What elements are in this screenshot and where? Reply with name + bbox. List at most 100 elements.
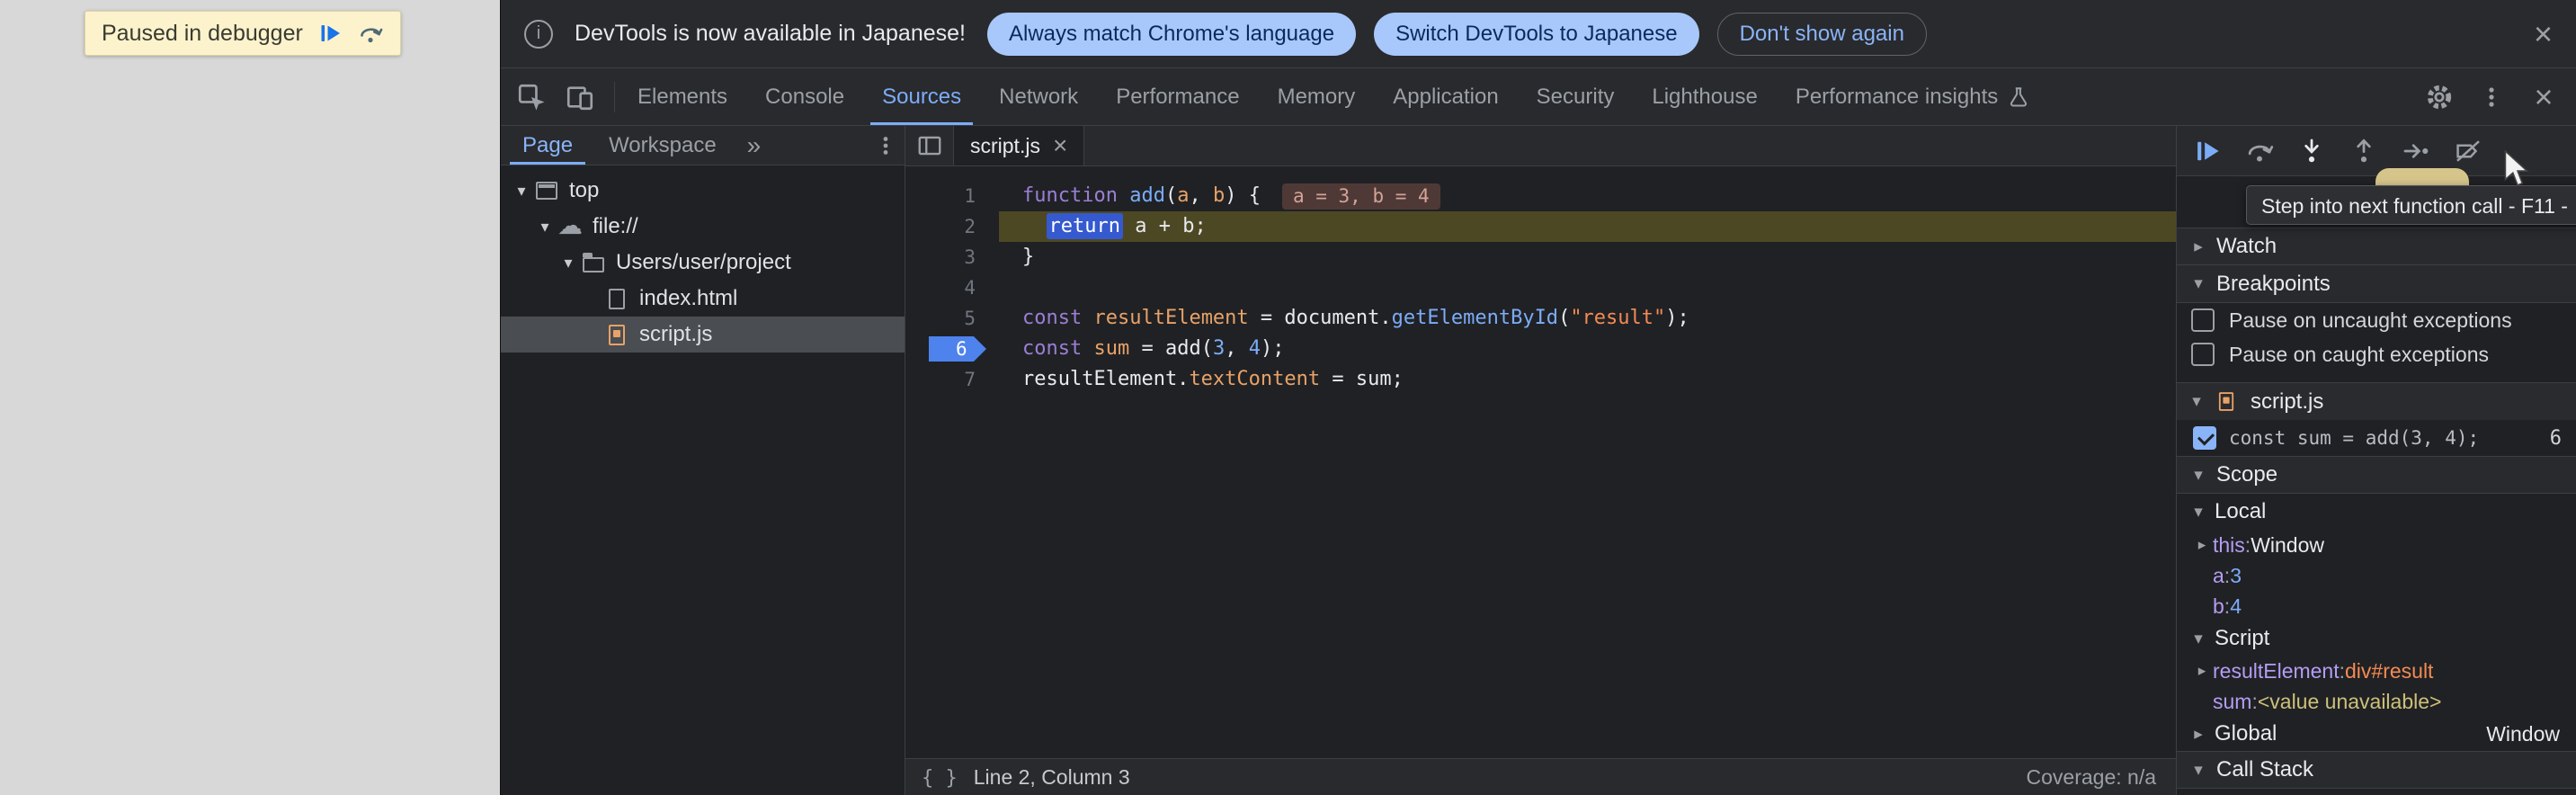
navigator-toggle-icon[interactable]	[905, 126, 954, 165]
device-toolbar-icon[interactable]	[560, 77, 600, 117]
pause-caught-label: Pause on caught exceptions	[2229, 343, 2489, 367]
expander-down-icon[interactable]: ▾	[533, 218, 557, 237]
tab-application[interactable]: Application	[1374, 68, 1517, 125]
resume-button[interactable]	[2191, 135, 2224, 167]
chevron-down-icon	[2188, 760, 2209, 781]
variable-name: sum	[2213, 690, 2251, 714]
code-editor-pane: script.js 1function add(a, b) {a = 3, b …	[905, 126, 2176, 795]
code-line-4[interactable]: 4	[905, 272, 2176, 303]
section-call-stack[interactable]: Call Stack	[2177, 751, 2576, 789]
code-line-7[interactable]: 7resultElement.textContent = sum;	[905, 364, 2176, 395]
infobar-close-icon[interactable]	[2534, 18, 2553, 50]
tab-console[interactable]: Console	[746, 68, 863, 125]
breakpoint-group-script-js[interactable]: script.js	[2177, 382, 2576, 420]
tab-close-icon[interactable]	[1053, 133, 1067, 159]
variable-name: this	[2213, 533, 2245, 558]
pause-caught-exceptions-row[interactable]: Pause on caught exceptions	[2177, 337, 2576, 371]
pause-caught-checkbox[interactable]	[2191, 343, 2215, 366]
settings-gear-icon[interactable]	[2420, 77, 2459, 117]
tab-network[interactable]: Network	[980, 68, 1097, 125]
debugger-sidebar: Watch Breakpoints Pause on uncaught exce…	[2176, 126, 2576, 795]
scope-variable-sum[interactable]: sum: <value unavailable>	[2177, 686, 2576, 717]
breakpoint-entry[interactable]: const sum = add(3, 4);6	[2177, 420, 2576, 456]
line-number-gutter[interactable]: 5	[905, 303, 999, 334]
infobar-button-always-match-chrome-s-language[interactable]: Always match Chrome's language	[987, 13, 1356, 56]
line-number-gutter[interactable]: 1	[905, 181, 999, 211]
code-line-5[interactable]: 5const resultElement = document.getEleme…	[905, 303, 2176, 334]
resume-script-icon[interactable]	[317, 21, 343, 46]
chevron-down-icon	[2186, 391, 2207, 412]
deactivate-breakpoints-button[interactable]	[2452, 135, 2484, 167]
tab-elements[interactable]: Elements	[619, 68, 746, 125]
tab-sources[interactable]: Sources	[863, 68, 980, 125]
step-into-button[interactable]	[2295, 135, 2328, 167]
chevron-right-icon[interactable]	[2191, 662, 2213, 680]
editor-tab-script-js[interactable]: script.js	[954, 126, 1084, 165]
chevron-right-icon[interactable]	[2191, 536, 2213, 554]
section-watch[interactable]: Watch	[2177, 228, 2576, 265]
line-number-gutter[interactable]: 7	[905, 364, 999, 395]
navigator-kebab-icon[interactable]	[874, 126, 905, 165]
tab-performance[interactable]: Performance	[1097, 68, 1258, 125]
infobar-button-switch-devtools-to-japanese[interactable]: Switch DevTools to Japanese	[1374, 13, 1699, 56]
infobar-button-don-t-show-again[interactable]: Don't show again	[1717, 13, 1927, 56]
code-line-6[interactable]: 6const sum = add(3, 4);	[905, 334, 2176, 364]
tab-security[interactable]: Security	[1518, 68, 1634, 125]
line-number-gutter[interactable]: 4	[905, 272, 999, 303]
scope-variable-this[interactable]: this: Window	[2177, 530, 2576, 560]
pause-uncaught-exceptions-row[interactable]: Pause on uncaught exceptions	[2177, 303, 2576, 337]
tab-performance-insights[interactable]: Performance insights	[1777, 68, 2049, 125]
toolbar-left-icons	[501, 68, 611, 125]
js-file-icon	[2215, 392, 2239, 411]
pause-uncaught-checkbox[interactable]	[2191, 308, 2215, 332]
navigator-tab-workspace[interactable]: Workspace	[591, 126, 735, 165]
more-tabs-icon[interactable]	[735, 126, 774, 165]
step-icon	[2402, 137, 2430, 165]
navigator-tab-page[interactable]: Page	[504, 126, 591, 165]
step-button[interactable]	[2400, 135, 2432, 167]
info-icon: i	[524, 20, 553, 49]
tree-item-file[interactable]: ▾file://	[501, 209, 905, 245]
code-line-3[interactable]: 3}	[905, 242, 2176, 272]
code-view[interactable]: 1function add(a, b) {a = 3, b = 42 retur…	[905, 166, 2176, 758]
breakpoint-checkbox[interactable]	[2193, 426, 2216, 450]
cursor-position: Line 2, Column 3	[974, 765, 1130, 790]
tree-item-index-html[interactable]: index.html	[501, 281, 905, 317]
step-out-button[interactable]	[2348, 135, 2380, 167]
line-number-gutter[interactable]: 6	[905, 334, 999, 364]
inspect-icon[interactable]	[512, 77, 551, 117]
scope-group-script[interactable]: Script	[2177, 621, 2576, 656]
section-scope[interactable]: Scope	[2177, 456, 2576, 494]
tree-item-label: top	[569, 178, 599, 203]
scope-variable-a[interactable]: a: 3	[2177, 560, 2576, 591]
main-area: PageWorkspace ▾ top ▾file://▾Users/user/pr…	[501, 126, 2576, 795]
close-devtools-icon[interactable]	[2524, 77, 2563, 117]
scope-variable-b[interactable]: b: 4	[2177, 591, 2576, 621]
pretty-print-icon[interactable]	[922, 765, 958, 790]
tab-lighthouse[interactable]: Lighthouse	[1633, 68, 1776, 125]
more-options-kebab-icon[interactable]	[2472, 77, 2511, 117]
tree-item-users-user-project[interactable]: ▾Users/user/project	[501, 245, 905, 281]
editor-tab-label: script.js	[970, 134, 1040, 158]
step-over-button[interactable]	[2243, 135, 2276, 167]
expander-down-icon[interactable]: ▾	[557, 254, 580, 272]
section-breakpoints[interactable]: Breakpoints	[2177, 265, 2576, 303]
tree-item-script-js[interactable]: script.js	[501, 317, 905, 353]
line-number-gutter[interactable]: 3	[905, 242, 999, 272]
scope-variable-resultelement[interactable]: resultElement: div#result	[2177, 656, 2576, 686]
breakpoints-label: Breakpoints	[2216, 272, 2331, 297]
tree-item-top[interactable]: ▾ top	[501, 173, 905, 209]
scope-group-global[interactable]: GlobalWindow	[2177, 717, 2576, 751]
debugged-page-background: Paused in debugger	[0, 0, 500, 795]
expander-down-icon[interactable]: ▾	[510, 182, 533, 201]
code-line-1[interactable]: 1function add(a, b) {a = 3, b = 4	[905, 181, 2176, 211]
paused-execution-line: return a + b;	[999, 211, 2176, 242]
scope-group-local[interactable]: Local	[2177, 494, 2576, 530]
code-line-content: }	[999, 242, 2176, 272]
breakpoint-marker[interactable]: 6	[929, 336, 986, 362]
code-line-2[interactable]: 2 return a + b;	[905, 211, 2176, 242]
tab-memory[interactable]: Memory	[1259, 68, 1375, 125]
infobar-message: DevTools is now available in Japanese!	[575, 21, 966, 47]
step-over-icon[interactable]	[357, 21, 384, 46]
line-number-gutter[interactable]: 2	[905, 211, 999, 242]
